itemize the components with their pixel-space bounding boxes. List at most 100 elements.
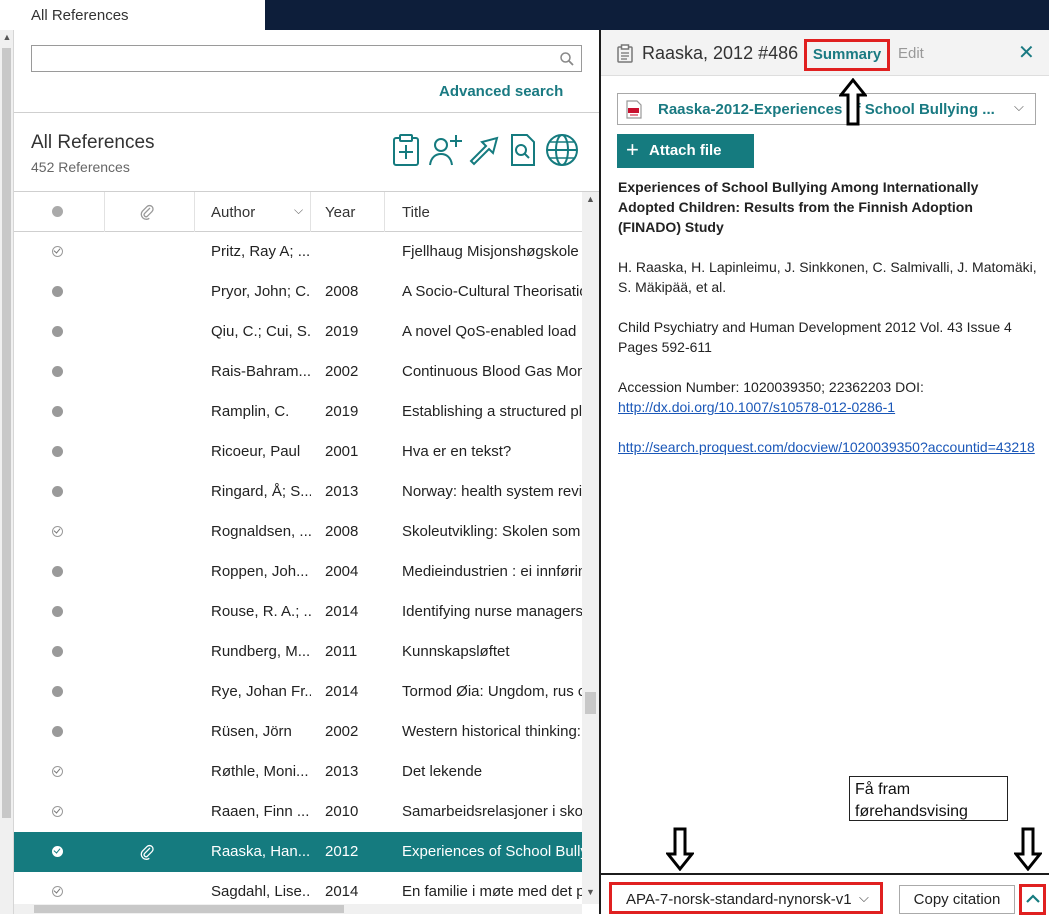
panel-header: Raaska, 2012 #486 Summary Edit ✕: [601, 30, 1049, 76]
group-scrollbar[interactable]: ▲: [0, 30, 14, 914]
tab-all-references[interactable]: All References: [0, 0, 265, 30]
table-row[interactable]: Ringard, Å; S... 2013 Norway: health syste…: [14, 472, 582, 512]
column-separator: [310, 192, 311, 232]
scroll-thumb[interactable]: [585, 692, 596, 714]
scroll-up-icon[interactable]: ▲: [582, 194, 599, 204]
read-status-icon[interactable]: [52, 886, 63, 897]
tab-summary[interactable]: Summary: [804, 39, 890, 71]
sort-chevron-icon[interactable]: ⌵: [294, 203, 303, 218]
table-row[interactable]: Rüsen, Jörn 2002 Western historical thinki…: [14, 712, 582, 752]
reference-list-pane: Advanced search All References 452 Refer…: [14, 30, 599, 914]
add-user-icon[interactable]: [429, 133, 463, 172]
table-row[interactable]: Rais-Bahram... 2002 Continuous Blood Gas M…: [14, 352, 582, 392]
cell-author: Pryor, John; C...: [211, 283, 311, 300]
find-fulltext-icon[interactable]: [510, 133, 536, 172]
scroll-thumb[interactable]: [2, 48, 11, 818]
search-input[interactable]: [32, 46, 552, 70]
cell-title: Tormod Øia: Ungdom, rus c: [402, 683, 582, 700]
table-row[interactable]: Rouse, R. A.; ... 2014 Identifying nurse m…: [14, 592, 582, 632]
cell-year: 2012: [325, 843, 359, 860]
reference-accession: Accession Number: 1020039350; 22362203 D…: [618, 377, 1038, 417]
proquest-link[interactable]: http://search.proquest.com/docview/10200…: [618, 439, 1035, 455]
reference-authors: H. Raaska, H. Lapinleimu, J. Sinkkonen, …: [618, 259, 1037, 295]
cell-author: Rouse, R. A.; ...: [211, 603, 311, 620]
tab-edit[interactable]: Edit: [898, 45, 924, 62]
column-separator: [104, 192, 105, 232]
list-vertical-scrollbar[interactable]: ▲ ▼: [582, 192, 599, 904]
read-status-icon[interactable]: [52, 846, 63, 857]
unread-status-icon[interactable]: [52, 326, 63, 337]
attachment-dropdown[interactable]: Raaska-2012-Experiences of School Bullyi…: [617, 93, 1036, 125]
attach-file-button[interactable]: + Attach file: [617, 134, 754, 168]
list-horizontal-scrollbar[interactable]: [14, 904, 582, 914]
read-status-icon[interactable]: [52, 766, 63, 777]
citation-style-dropdown[interactable]: APA-7-norsk-standard-nynorsk-v1 ⌵: [609, 882, 883, 914]
table-row[interactable]: Rundberg, M... 2011 Kunnskapsløftet: [14, 632, 582, 672]
cell-title: En familie i møte med det p: [402, 883, 582, 900]
table-row[interactable]: Roppen, Joh... 2004 Medieindustrien : ei i…: [14, 552, 582, 592]
pdf-file-icon: [626, 100, 642, 124]
cell-title: Western historical thinking:: [402, 723, 581, 740]
table-row[interactable]: Ricoeur, Paul 2001 Hva er en tekst?: [14, 432, 582, 472]
citation-footer: APA-7-norsk-standard-nynorsk-v1 ⌵ Copy c…: [601, 873, 1049, 915]
cell-author: Rye, Johan Fr...: [211, 683, 311, 700]
search-box[interactable]: [31, 45, 582, 72]
cell-year: 2004: [325, 563, 359, 580]
read-status-icon[interactable]: [52, 526, 63, 537]
read-status-icon[interactable]: [52, 246, 63, 257]
scroll-thumb[interactable]: [34, 905, 344, 913]
table-row[interactable]: Pritz, Ray A; ... Fjellhaug Misjonshøgsko…: [14, 232, 582, 272]
search-icon[interactable]: [559, 51, 575, 67]
cell-year: 2019: [325, 403, 359, 420]
table-row[interactable]: Rognaldsen, ... 2008 Skoleutvikling: Skole…: [14, 512, 582, 552]
column-title[interactable]: Title: [402, 192, 430, 232]
table-row[interactable]: Røthle, Moni... 2013 Det lekende: [14, 752, 582, 792]
expand-preview-button[interactable]: [1019, 884, 1046, 915]
unread-status-icon[interactable]: [52, 446, 63, 457]
scroll-up-icon[interactable]: ▲: [0, 32, 14, 42]
table-header: Author ⌵ Year Title: [14, 192, 582, 232]
unread-status-icon[interactable]: [52, 646, 63, 657]
unread-status-icon[interactable]: [52, 286, 63, 297]
add-reference-icon[interactable]: [392, 133, 420, 172]
paperclip-icon[interactable]: [140, 204, 154, 224]
unread-status-icon[interactable]: [52, 686, 63, 697]
scroll-down-icon[interactable]: ▼: [582, 887, 599, 897]
table-row[interactable]: Pryor, John; C... 2008 A Socio-Cultural Th…: [14, 272, 582, 312]
panel-title: Raaska, 2012 #486: [642, 43, 799, 63]
export-icon[interactable]: [468, 133, 500, 172]
table-row[interactable]: Ramplin, C. 2019 Establishing a structured…: [14, 392, 582, 432]
column-separator: [194, 192, 195, 232]
reference-url: http://search.proquest.com/docview/10200…: [618, 437, 1038, 457]
cell-title: Medieindustrien : ei innførin: [402, 563, 582, 580]
cell-title: Hva er en tekst?: [402, 443, 512, 460]
cell-title: Samarbeidsrelasjoner i skol: [402, 803, 582, 820]
read-status-column-icon[interactable]: [52, 206, 63, 217]
cell-title: A novel QoS-enabled load: [402, 323, 577, 340]
column-author[interactable]: Author: [211, 192, 255, 232]
unread-status-icon[interactable]: [52, 366, 63, 377]
advanced-search-link[interactable]: Advanced search: [439, 83, 563, 100]
table-row[interactable]: Raaska, Han... 2012 Experiences of School …: [14, 832, 582, 872]
cell-author: Ringard, Å; S...: [211, 483, 311, 500]
table-row[interactable]: Raaen, Finn ... 2010 Samarbeidsrelasjoner …: [14, 792, 582, 832]
unread-status-icon[interactable]: [52, 406, 63, 417]
divider: [14, 112, 599, 113]
reference-table: Pritz, Ray A; ... Fjellhaug Misjonshøgsko…: [14, 232, 582, 914]
copy-citation-button[interactable]: Copy citation: [899, 885, 1015, 914]
unread-status-icon[interactable]: [52, 726, 63, 737]
unread-status-icon[interactable]: [52, 566, 63, 577]
column-year[interactable]: Year: [325, 192, 355, 232]
attachment-filename: Raaska-2012-Experiences of School Bullyi…: [658, 101, 995, 118]
online-search-icon[interactable]: [545, 133, 579, 172]
chevron-down-icon[interactable]: ⌵: [1014, 99, 1024, 115]
unread-status-icon[interactable]: [52, 606, 63, 617]
cell-author: Rüsen, Jörn: [211, 723, 292, 740]
unread-status-icon[interactable]: [52, 486, 63, 497]
table-row[interactable]: Qiu, C.; Cui, S... 2019 A novel QoS-enable…: [14, 312, 582, 352]
read-status-icon[interactable]: [52, 806, 63, 817]
cell-year: 2001: [325, 443, 359, 460]
close-icon[interactable]: ✕: [1018, 40, 1035, 65]
doi-link[interactable]: http://dx.doi.org/10.1007/s10578-012-028…: [618, 399, 895, 415]
table-row[interactable]: Rye, Johan Fr... 2014 Tormod Øia: Ungdom, …: [14, 672, 582, 712]
